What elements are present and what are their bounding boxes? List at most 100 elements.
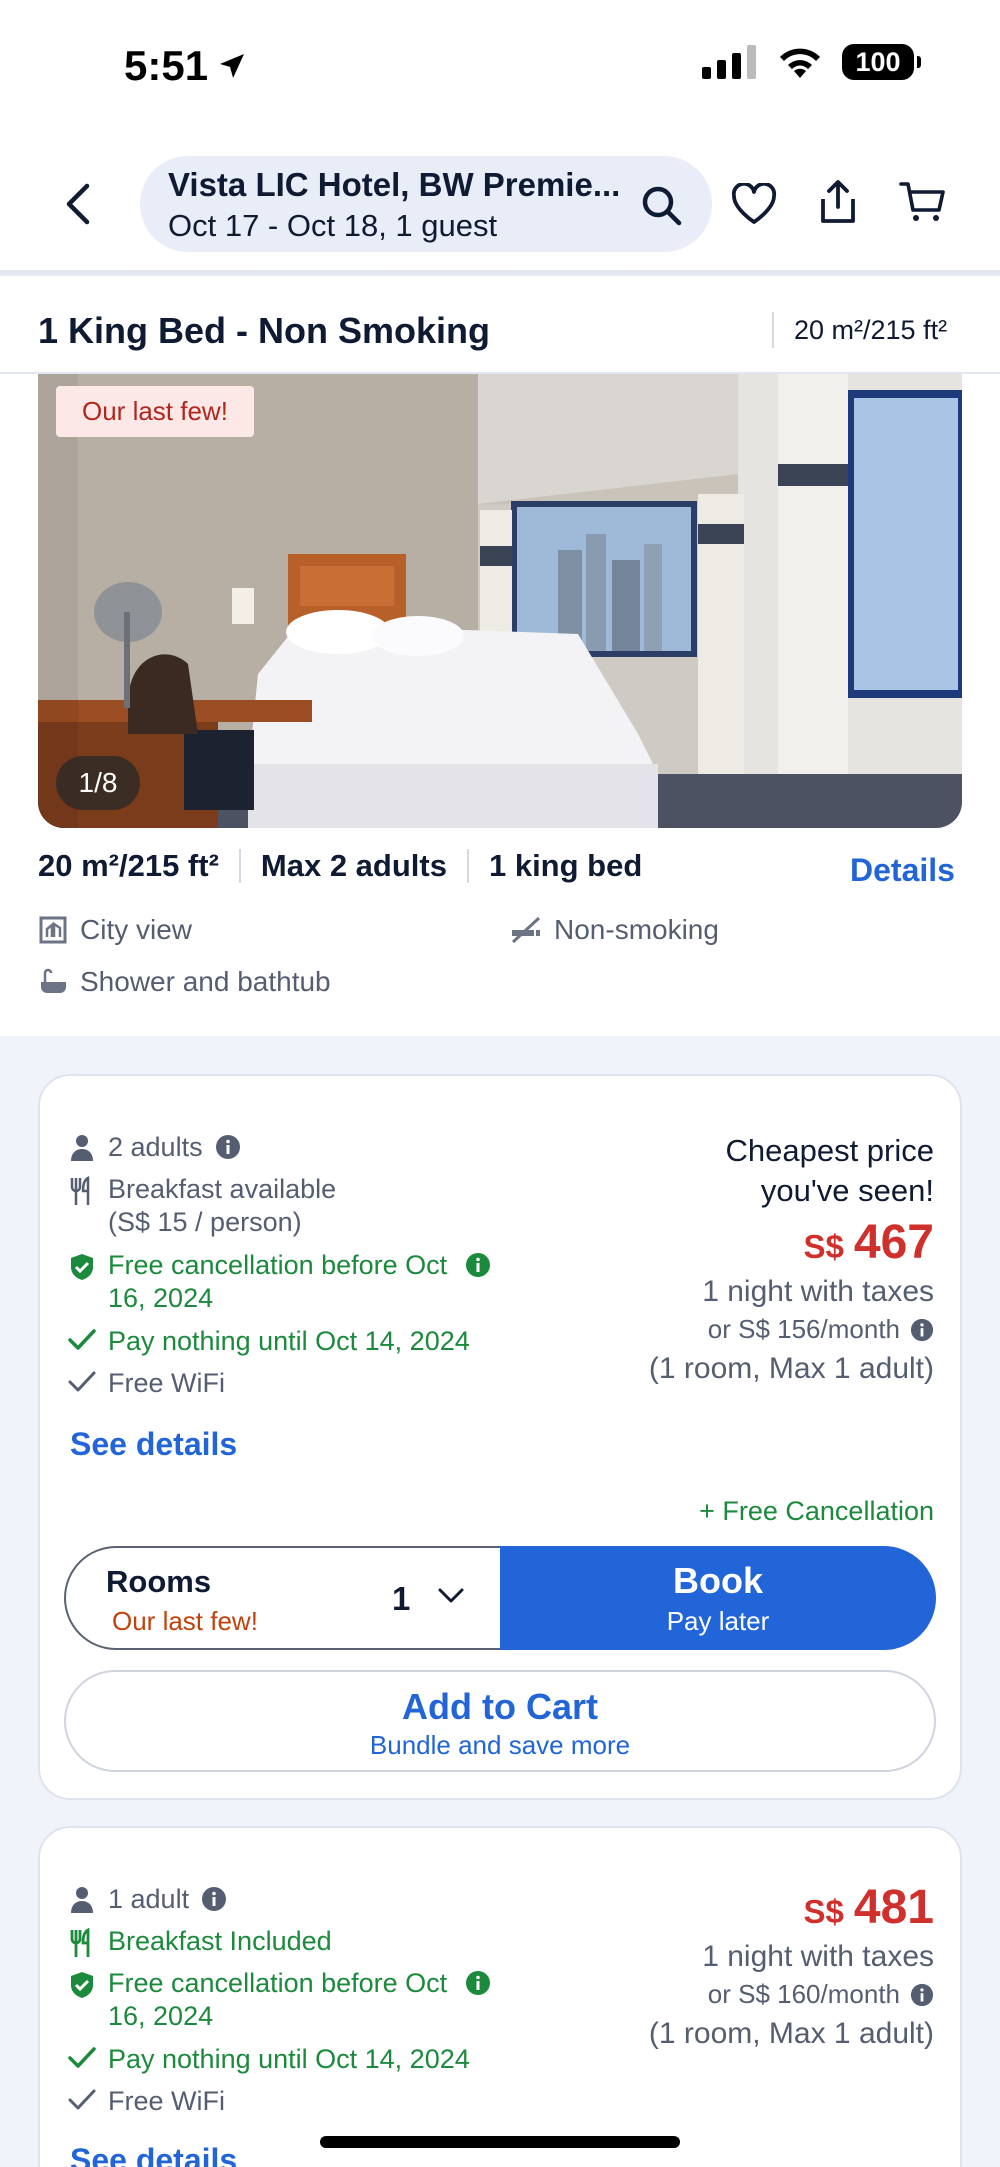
room-title: 1 King Bed - Non Smoking — [38, 310, 491, 351]
shower-label: Shower and bathtub — [80, 966, 331, 997]
price-currency: S$ — [803, 1893, 844, 1930]
offer-wifi: Free WiFi — [68, 2085, 225, 2118]
offer-free-cancellation: Free cancellation before Oct 16, 2024 — [68, 1967, 491, 2033]
cancellation-text: Free cancellation before Oct — [108, 1968, 448, 1998]
book-sub: Pay later — [666, 1606, 770, 1636]
guests-label: 1 adult — [108, 1884, 190, 1914]
info-icon[interactable] — [465, 1970, 491, 1996]
cancellation-date: 16, 2024 — [108, 2001, 214, 2031]
see-details-link[interactable]: See details — [70, 1426, 237, 1463]
share-icon[interactable] — [812, 176, 864, 228]
rooms-note: Our last few! — [112, 1606, 258, 1636]
offer-pay-later: Pay nothing until Oct 14, 2024 — [68, 1325, 470, 1358]
offer-pay-later: Pay nothing until Oct 14, 2024 — [68, 2043, 470, 2076]
wifi-label: Free WiFi — [108, 1368, 225, 1398]
check-icon — [68, 1329, 96, 1350]
city-view-label: City view — [80, 914, 193, 945]
search-icon[interactable] — [636, 180, 688, 232]
monthly-price: or S$ 160/month — [649, 1979, 934, 2010]
hotel-name: Vista LIC Hotel, BW Premie... — [168, 166, 621, 203]
book-label: Book — [673, 1560, 763, 1601]
shield-check-icon — [71, 1972, 93, 1998]
room-photo[interactable] — [38, 374, 962, 828]
info-icon[interactable] — [910, 1318, 934, 1342]
offer-free-cancellation: Free cancellation before Oct 16, 2024 — [68, 1249, 491, 1315]
info-icon[interactable] — [465, 1252, 491, 1278]
price-block: S$ 481 1 night with taxes or S$ 160/mont… — [649, 1880, 934, 2056]
room-size-top: 20 m²/215 ft² — [772, 312, 947, 348]
status-indicators: 100 — [702, 44, 921, 80]
amenity-shower: Shower and bathtub — [38, 966, 331, 998]
cart-sub: Bundle and save more — [369, 1730, 631, 1760]
price-amount: 467 — [853, 1216, 934, 1269]
check-icon — [68, 2047, 96, 2068]
price-currency: S$ — [803, 1228, 844, 1265]
offer-wifi: Free WiFi — [68, 1367, 225, 1400]
book-button[interactable]: Book Pay later — [500, 1546, 936, 1650]
free-cancellation-tag: + Free Cancellation — [699, 1496, 934, 1526]
chevron-down-icon — [438, 1588, 464, 1603]
info-icon[interactable] — [201, 1886, 227, 1912]
details-link[interactable]: Details — [850, 852, 955, 889]
monthly-text: or S$ 156/month — [707, 1314, 900, 1344]
offer-breakfast: Breakfast Included — [68, 1925, 332, 1958]
battery-indicator: 100 — [842, 44, 921, 80]
monthly-text: or S$ 160/month — [707, 1979, 900, 2009]
price: S$ 481 — [649, 1880, 934, 1935]
price-note: 1 night with taxes — [702, 1275, 934, 1308]
price-note: 1 night with taxes — [702, 1940, 934, 1973]
status-time: 5:51 — [124, 42, 248, 90]
cheapest-line2: you've seen! — [760, 1173, 934, 1208]
spec-divider — [238, 849, 241, 883]
spec-bed: 1 king bed — [488, 848, 643, 883]
wifi-label: Free WiFi — [108, 2086, 225, 2116]
city-view-icon — [39, 916, 67, 944]
guests-label: 2 adults — [108, 1132, 203, 1162]
search-summary-pill[interactable]: Vista LIC Hotel, BW Premie... Oct 17 - O… — [140, 156, 712, 252]
wifi-icon — [780, 48, 820, 78]
rooms-selector[interactable]: Rooms Our last few! 1 — [64, 1546, 500, 1650]
last-few-badge: Our last few! — [56, 386, 254, 437]
cancellation-date: 16, 2024 — [108, 1283, 214, 1313]
amenity-non-smoking: Non-smoking — [510, 914, 719, 946]
home-indicator — [320, 2136, 680, 2148]
heart-icon[interactable] — [728, 178, 780, 230]
spec-size: 20 m²/215 ft² — [38, 848, 219, 883]
signal-icon — [702, 45, 756, 79]
fork-knife-icon — [70, 1928, 90, 1957]
info-icon[interactable] — [215, 1134, 241, 1160]
monthly-price: or S$ 156/month — [649, 1314, 934, 1345]
add-to-cart-button[interactable]: Add to Cart Bundle and save more — [64, 1670, 936, 1772]
room-specs: 20 m²/215 ft² Max 2 adults 1 king bed — [38, 848, 642, 884]
non-smoking-label: Non-smoking — [554, 914, 719, 945]
occupancy: (1 room, Max 1 adult) — [648, 1352, 934, 1385]
occupancy: (1 room, Max 1 adult) — [648, 2017, 934, 2050]
amenity-city-view: City view — [38, 914, 192, 946]
info-icon[interactable] — [910, 1983, 934, 2007]
offer-guests: 1 adult — [68, 1883, 227, 1916]
pay-later-text: Pay nothing until Oct 14, 2024 — [108, 2044, 470, 2074]
cancellation-text: Free cancellation before Oct — [108, 1250, 448, 1280]
pay-later-text: Pay nothing until Oct 14, 2024 — [108, 1326, 470, 1356]
person-icon — [71, 1887, 93, 1913]
person-icon — [71, 1135, 93, 1161]
see-details-link[interactable]: See details — [70, 2142, 237, 2167]
spec-divider — [466, 849, 469, 883]
dates-guests: Oct 17 - Oct 18, 1 guest — [168, 208, 498, 243]
shield-check-icon — [71, 1254, 93, 1280]
breakfast-label: Breakfast Included — [108, 1926, 332, 1956]
offer-breakfast: Breakfast available (S$ 15 / person) — [68, 1173, 336, 1239]
check-icon — [68, 1371, 96, 1392]
back-icon[interactable] — [50, 176, 106, 232]
battery-level: 100 — [855, 46, 901, 77]
breakfast-price: (S$ 15 / person) — [108, 1207, 302, 1237]
bathtub-icon — [41, 968, 66, 993]
cart-icon[interactable] — [896, 176, 948, 228]
price-amount: 481 — [853, 1881, 934, 1934]
cheapest-line1: Cheapest price — [725, 1133, 934, 1168]
no-smoking-icon — [511, 916, 541, 944]
status-time-text: 5:51 — [124, 42, 209, 89]
price: S$ 467 — [649, 1215, 934, 1270]
rooms-quantity: 1 — [392, 1580, 411, 1617]
offer-guests: 2 adults — [68, 1131, 241, 1164]
